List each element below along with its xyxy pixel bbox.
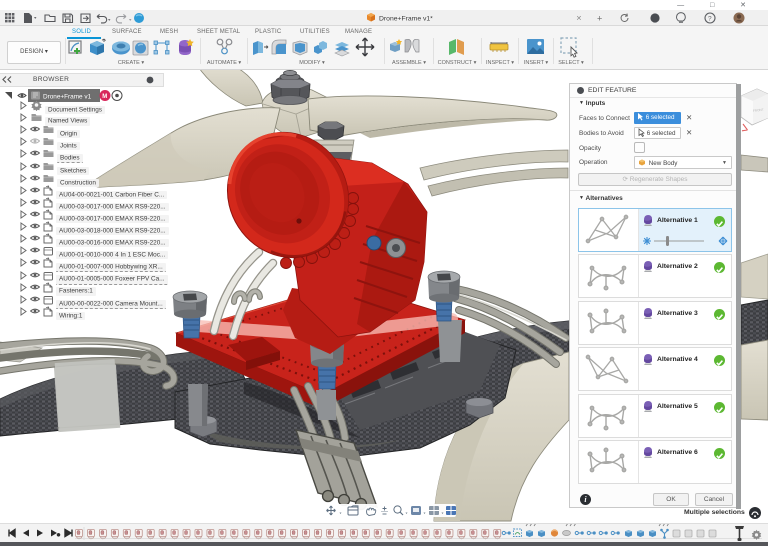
svg-text:✕: ✕ <box>576 16 582 23</box>
svg-text:+: + <box>597 14 602 24</box>
svg-text:Drone+Frame v1*: Drone+Frame v1* <box>379 16 433 23</box>
svg-text:?: ? <box>708 16 712 23</box>
